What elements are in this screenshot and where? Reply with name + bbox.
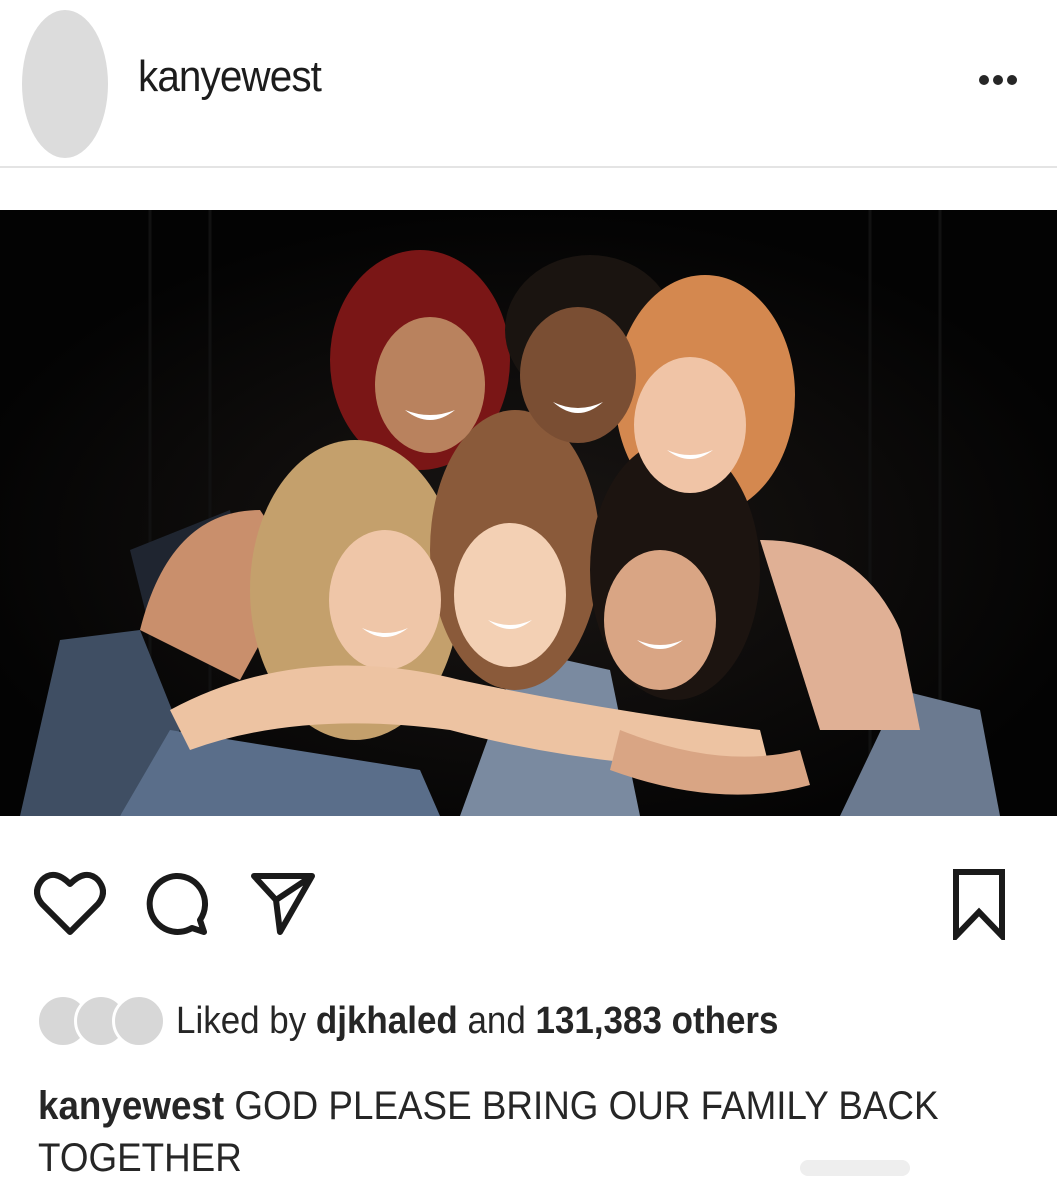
- post-header: kanyewest: [0, 0, 1057, 168]
- post-photo[interactable]: [0, 210, 1057, 816]
- photo-illustration: [0, 210, 1057, 816]
- more-horizontal-icon[interactable]: [978, 74, 1018, 86]
- comment-icon[interactable]: [142, 870, 210, 938]
- heart-icon[interactable]: [34, 868, 106, 938]
- blurred-timestamp: [800, 1160, 910, 1176]
- action-bar: [0, 816, 1057, 976]
- likes-count[interactable]: 131,383 others: [536, 1000, 779, 1042]
- liker-avatars[interactable]: [36, 994, 166, 1050]
- avatar: [112, 994, 166, 1048]
- likes-row: Liked by djkhaled and 131,383 others: [0, 980, 1057, 1060]
- spacer: [0, 168, 1057, 210]
- likes-text[interactable]: Liked by djkhaled and 131,383 others: [176, 1000, 778, 1043]
- send-icon[interactable]: [250, 870, 316, 938]
- likes-middle: and: [457, 1000, 536, 1042]
- likes-prefix: Liked by: [176, 1000, 316, 1042]
- bookmark-icon[interactable]: [952, 868, 1006, 940]
- liker-username[interactable]: djkhaled: [316, 1000, 458, 1042]
- avatar[interactable]: [22, 10, 108, 158]
- post-username[interactable]: kanyewest: [138, 52, 322, 102]
- caption-username[interactable]: kanyewest: [38, 1084, 224, 1128]
